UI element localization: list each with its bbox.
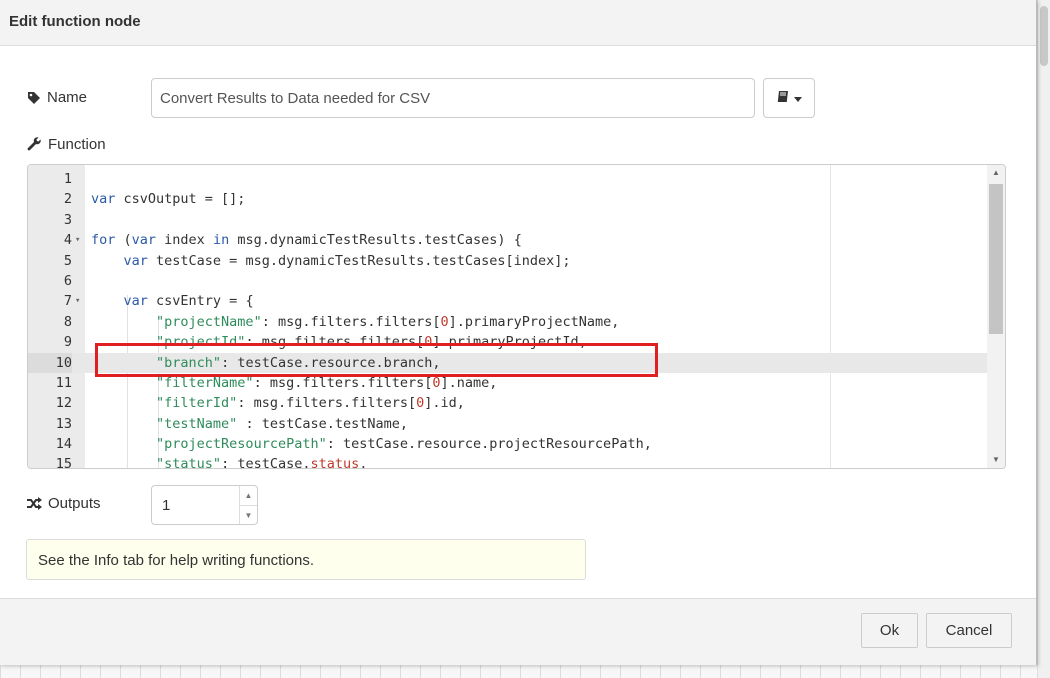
scroll-up-arrow-icon[interactable]: ▲ [987,165,1005,181]
line-number: 5 [63,252,72,269]
code-line[interactable]: 7 ▾ var csvEntry = { [28,291,988,311]
code-line[interactable]: 13 "testName" : testCase.testName, [28,414,988,434]
line-number: 11 [55,374,72,391]
name-label-text: Name [47,89,88,106]
editor-scrollbar[interactable]: ▲ ▼ [987,165,1005,468]
code-text: "projectResourcePath": testCase.resource… [156,436,652,453]
line-number: 9 [63,334,72,351]
code-text: "projectName": msg.filters.filters[0].pr… [156,313,620,330]
line-number: 15 [55,456,72,469]
line-number: 12 [55,395,72,412]
cancel-button[interactable]: Cancel [926,613,1012,648]
code-text: var csvOutput = []; [91,191,246,208]
outputs-number-input[interactable]: 1 ▲ ▼ [151,485,258,525]
code-line[interactable]: 5 var testCase = msg.dynamicTestResults.… [28,251,988,271]
page-scrollbar[interactable] [1037,0,1050,678]
line-number: 14 [55,436,72,453]
outputs-label: Outputs [27,495,101,512]
edit-node-dialog: Edit function node Name Function 12var c… [0,0,1037,665]
code-line[interactable]: 2 var csvOutput = []; [28,189,988,209]
code-text: "filterId": msg.filters.filters[0].id, [156,395,465,412]
highlight-annotation [95,343,658,377]
wrench-icon [27,137,42,152]
line-number: 13 [55,415,72,432]
code-editor[interactable]: 1 2 var csvOutput = []; 3 4 ▾ for (var index i… [27,164,1006,469]
ok-button[interactable]: Ok [861,613,918,648]
help-tip: See the Info tab for help writing functi… [26,539,586,580]
function-label-text: Function [48,136,106,153]
outputs-spinner[interactable]: ▲ ▼ [239,486,257,524]
name-input[interactable] [151,78,755,118]
tag-icon [27,91,41,105]
code-line[interactable]: 3 [28,210,988,230]
page-scrollbar-thumb[interactable] [1040,6,1048,66]
shuffle-icon [27,497,42,510]
line-number: 7 [63,293,72,310]
code-line[interactable]: 6 [28,271,988,291]
code-line[interactable]: 14 "projectResourcePath": testCase.resou… [28,434,988,454]
line-number: 2 [63,191,72,208]
outputs-value: 1 [162,497,171,514]
spinner-down-icon[interactable]: ▼ [240,506,257,525]
fold-toggle-icon[interactable]: ▾ [75,230,80,250]
code-line[interactable]: 15 "status": testCase.status, [28,454,988,469]
code-text: for (var index in msg.dynamicTestResults… [91,232,522,249]
scroll-down-arrow-icon[interactable]: ▼ [987,452,1005,468]
dialog-title: Edit function node [9,13,141,30]
code-text: var testCase = msg.dynamicTestResults.te… [123,252,571,269]
code-text: var csvEntry = { [123,293,254,310]
code-text: "testName" : testCase.testName, [156,415,408,432]
line-number: 4 [63,232,72,249]
fold-toggle-icon[interactable]: ▾ [75,291,80,311]
outputs-label-text: Outputs [48,495,101,512]
dialog-footer: Ok Cancel [0,598,1036,665]
line-number: 10 [28,352,72,373]
spinner-up-icon[interactable]: ▲ [240,486,257,506]
code-text: "status": testCase.status, [156,456,368,469]
book-icon [777,89,789,107]
line-number: 1 [63,171,72,187]
code-line[interactable]: 4 ▾ for (var index in msg.dynamicTestResul… [28,230,988,250]
editor-scrollbar-thumb[interactable] [989,184,1003,334]
caret-down-icon [793,89,802,107]
function-label: Function [27,136,106,153]
code-line[interactable]: 1 [28,169,988,189]
library-menu-button[interactable] [763,78,815,118]
code-line[interactable]: 8 "projectName": msg.filters.filters[0].… [28,312,988,332]
code-lines: 1 2 var csvOutput = []; 3 4 ▾ for (var index i… [28,169,988,469]
name-label: Name [27,89,87,106]
line-number: 6 [63,272,72,289]
code-line[interactable]: 12 "filterId": msg.filters.filters[0].id… [28,393,988,413]
line-number: 8 [63,313,72,330]
line-number: 3 [63,211,72,228]
dialog-titlebar: Edit function node [0,0,1036,46]
